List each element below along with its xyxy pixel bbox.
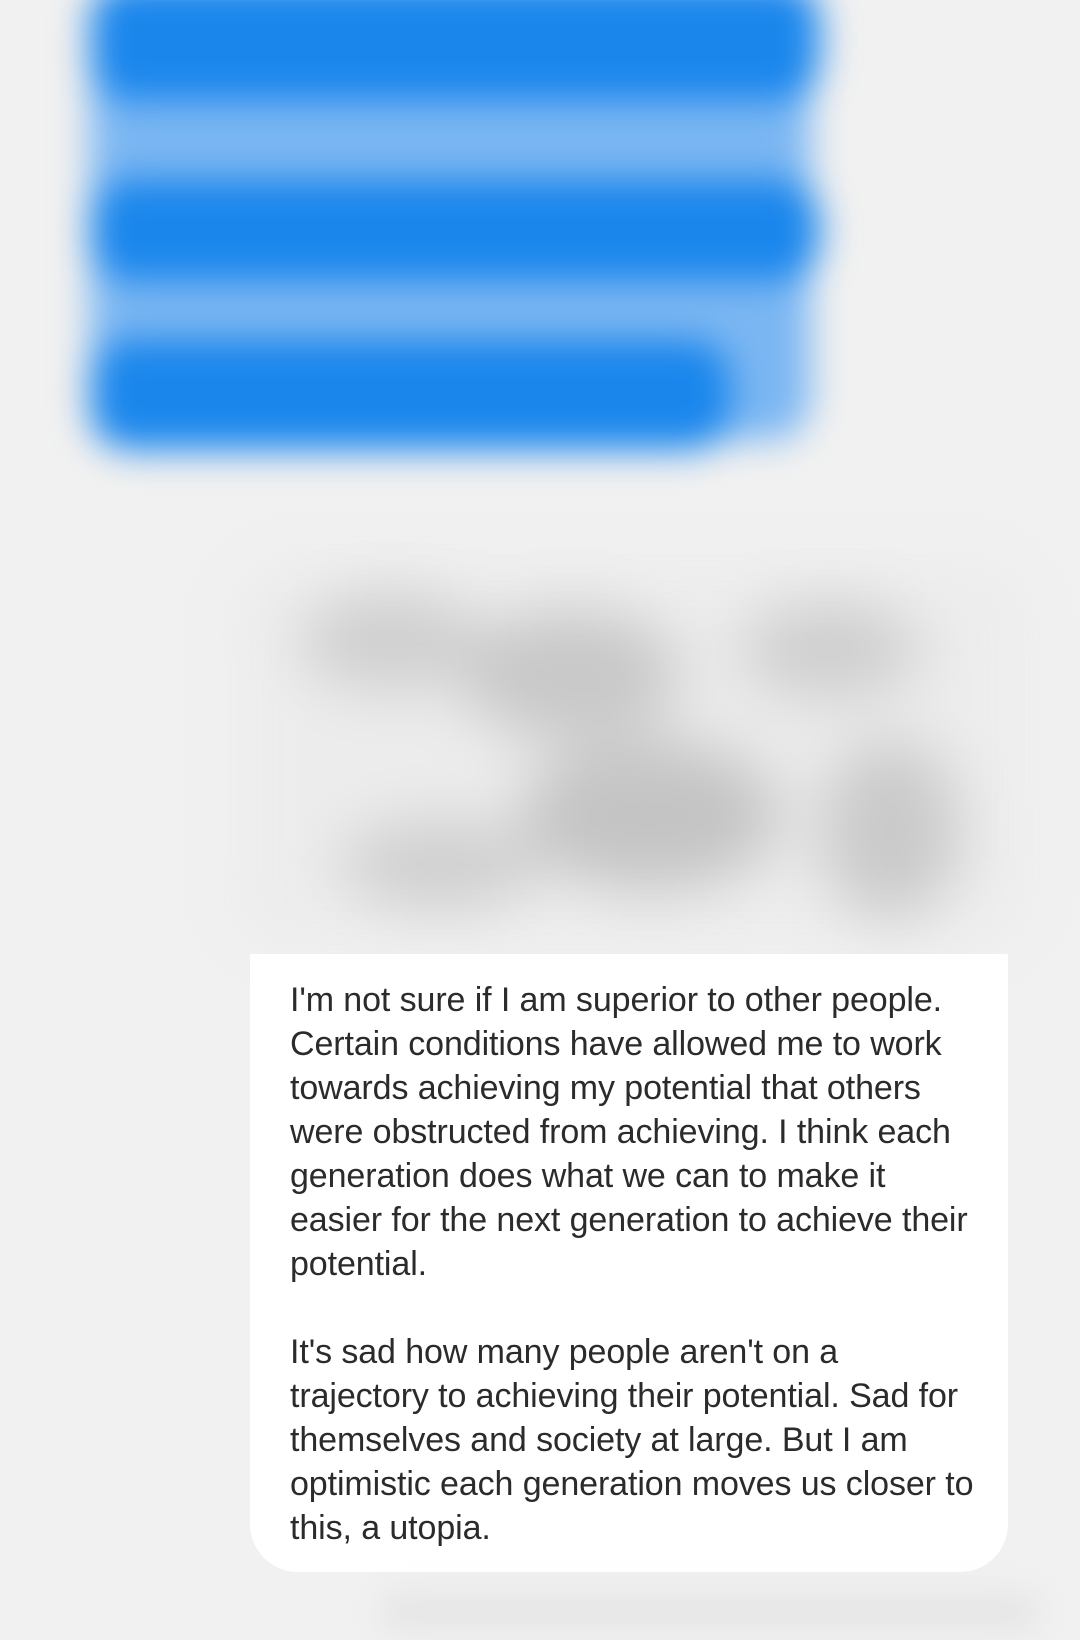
redacted-blob xyxy=(520,740,780,890)
redacted-area xyxy=(240,570,1020,940)
message-paragraph: It's sad how many people aren't on a tra… xyxy=(290,1333,974,1547)
redacted-content xyxy=(220,560,1050,960)
redacted-text-line xyxy=(90,0,820,100)
redacted-text-line xyxy=(90,180,820,280)
redacted-blob xyxy=(820,740,960,920)
incoming-message-bubble[interactable]: I'm not sure if I am superior to other p… xyxy=(250,954,1008,1572)
redacted-bubble-fill xyxy=(90,40,810,440)
redacted-blob xyxy=(340,820,540,910)
redacted-blob xyxy=(460,610,680,740)
redacted-blob xyxy=(740,600,920,700)
message-paragraph: I'm not sure if I am superior to other p… xyxy=(290,981,968,1283)
redacted-text-line xyxy=(90,340,730,450)
redacted-outgoing-message xyxy=(60,0,840,500)
redacted-blob xyxy=(300,590,480,690)
redacted-footer xyxy=(380,1592,1040,1632)
